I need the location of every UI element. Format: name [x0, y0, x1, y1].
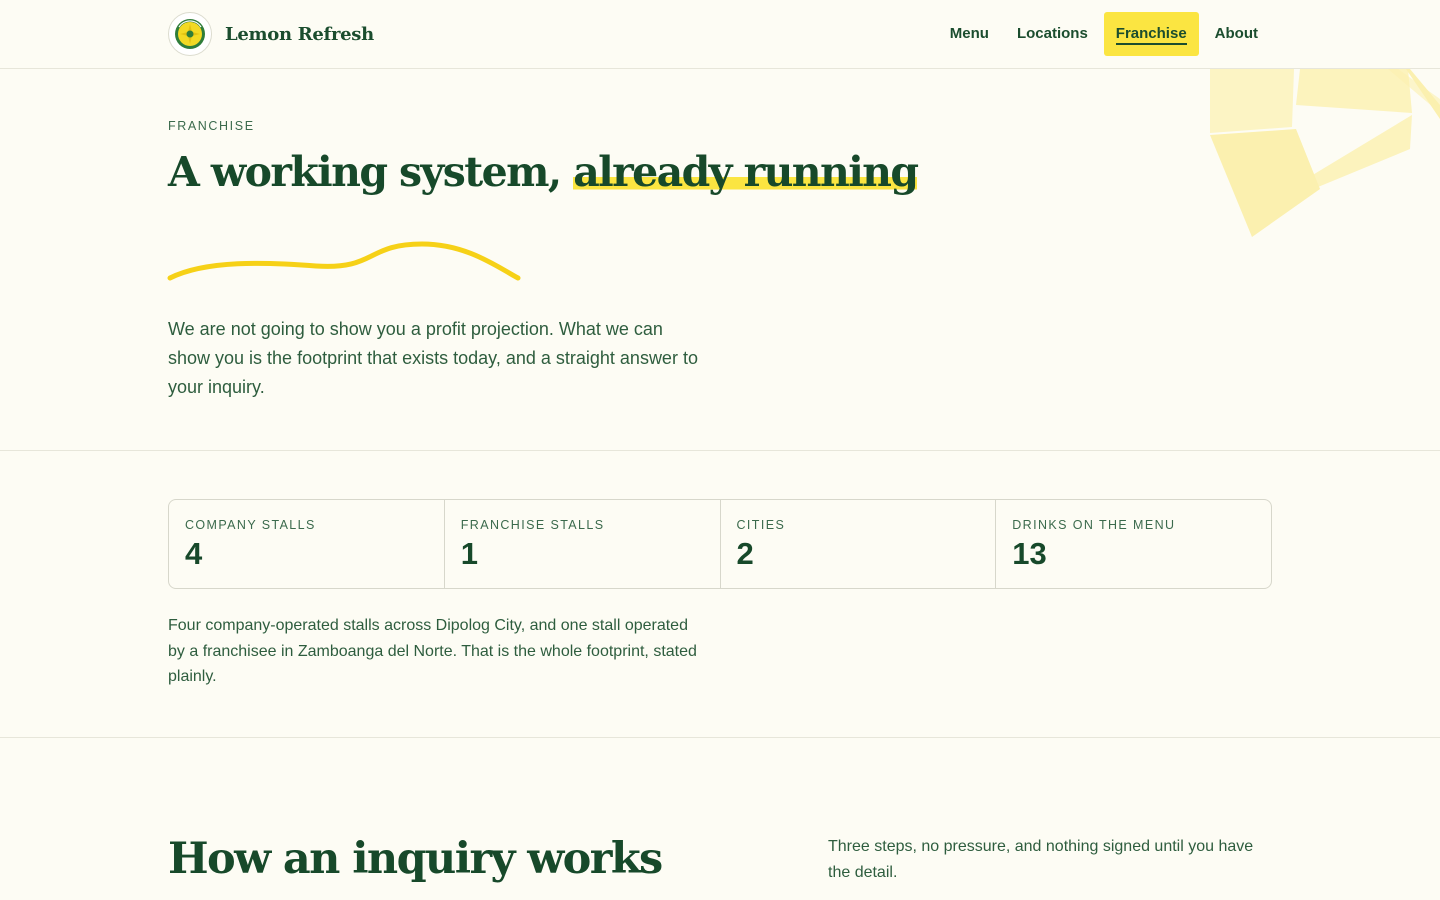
hero-title: A working system, already running — [168, 148, 919, 196]
site-header: Lemon Refresh Menu Locations Franchise A… — [0, 0, 1440, 69]
squiggle-underline-icon — [167, 241, 521, 281]
stat-label: FRANCHISE STALLS — [460, 518, 605, 532]
section-divider — [0, 450, 1440, 451]
nav-item-menu[interactable]: Menu — [936, 12, 1003, 56]
stats-panel: COMPANY STALLS 4 FRANCHISE STALLS 1 CITI… — [168, 499, 1272, 589]
hero-eyebrow: FRANCHISE — [168, 119, 255, 133]
stat-drinks: DRINKS ON THE MENU 13 — [995, 500, 1271, 588]
brand-name: Lemon Refresh — [225, 23, 374, 45]
nav-item-franchise-label: Franchise — [1115, 25, 1187, 45]
stat-company-stalls: COMPANY STALLS 4 — [169, 500, 444, 588]
stat-cities: CITIES 2 — [719, 500, 996, 588]
stat-value: 4 — [185, 536, 203, 571]
section-divider — [0, 737, 1440, 738]
brand-link[interactable]: Lemon Refresh — [168, 12, 374, 56]
main-nav: Menu Locations Franchise About — [936, 12, 1272, 56]
inquiry-heading: How an inquiry works — [168, 834, 663, 884]
stat-value: 2 — [736, 536, 754, 571]
lemon-logo-icon — [168, 12, 212, 56]
nav-item-franchise[interactable]: Franchise — [1103, 12, 1199, 56]
inquiry-intro: Three steps, no pressure, and nothing si… — [828, 838, 1254, 881]
hero-title-text: A working system, — [168, 148, 574, 196]
lemon-slice-decoration-icon — [1210, 69, 1440, 237]
stat-label: DRINKS ON THE MENU — [1012, 518, 1176, 532]
stat-franchise-stalls: FRANCHISE STALLS 1 — [443, 500, 720, 588]
stat-value: 13 — [1012, 536, 1047, 571]
stat-label: COMPANY STALLS — [185, 518, 316, 532]
nav-item-about[interactable]: About — [1201, 12, 1272, 56]
hero-title-highlight: already running — [573, 148, 919, 196]
nav-item-locations[interactable]: Locations — [1003, 12, 1102, 56]
stats-note: Four company-operated stalls across Dipo… — [168, 617, 697, 685]
hero-body: We are not going to show you a profit pr… — [168, 319, 698, 397]
stat-value: 1 — [460, 536, 478, 571]
stat-label: CITIES — [736, 518, 786, 532]
